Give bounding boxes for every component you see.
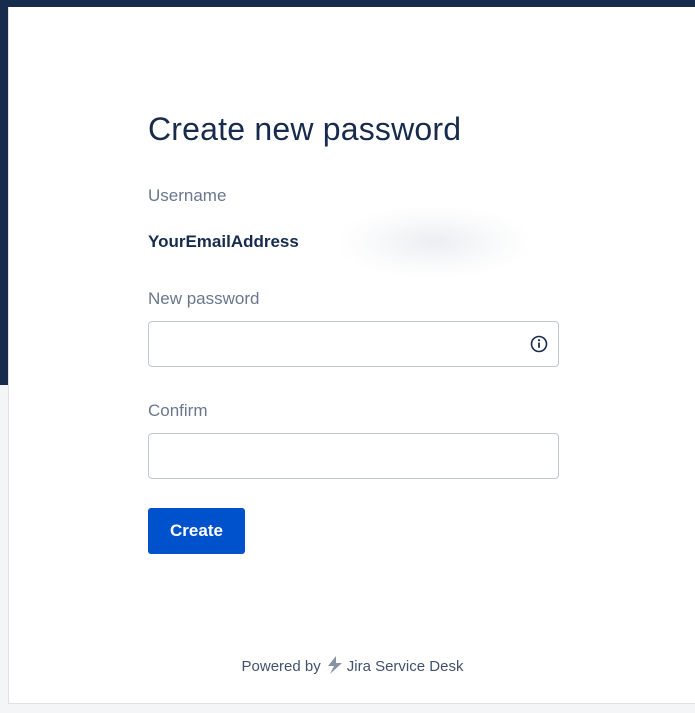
product-link[interactable]: Jira Service Desk [347, 658, 464, 675]
create-button[interactable]: Create [148, 508, 245, 554]
new-password-field-container [148, 321, 559, 367]
confirm-field-container [148, 433, 559, 479]
confirm-password-input[interactable] [149, 434, 558, 478]
create-password-card: Create new password Username YourEmailAd… [8, 7, 695, 704]
redaction-blur [339, 207, 529, 277]
footer: Powered by Jira Service Desk [9, 655, 695, 675]
jira-service-desk-logo-icon [327, 656, 342, 674]
new-password-input[interactable] [149, 322, 558, 366]
page-title: Create new password [148, 111, 462, 147]
new-password-label: New password [148, 289, 260, 308]
username-value: YourEmailAddress [148, 232, 299, 251]
info-icon[interactable] [530, 335, 548, 353]
username-label: Username [148, 186, 227, 205]
confirm-label: Confirm [148, 401, 208, 420]
powered-by-text: Powered by [241, 658, 321, 675]
